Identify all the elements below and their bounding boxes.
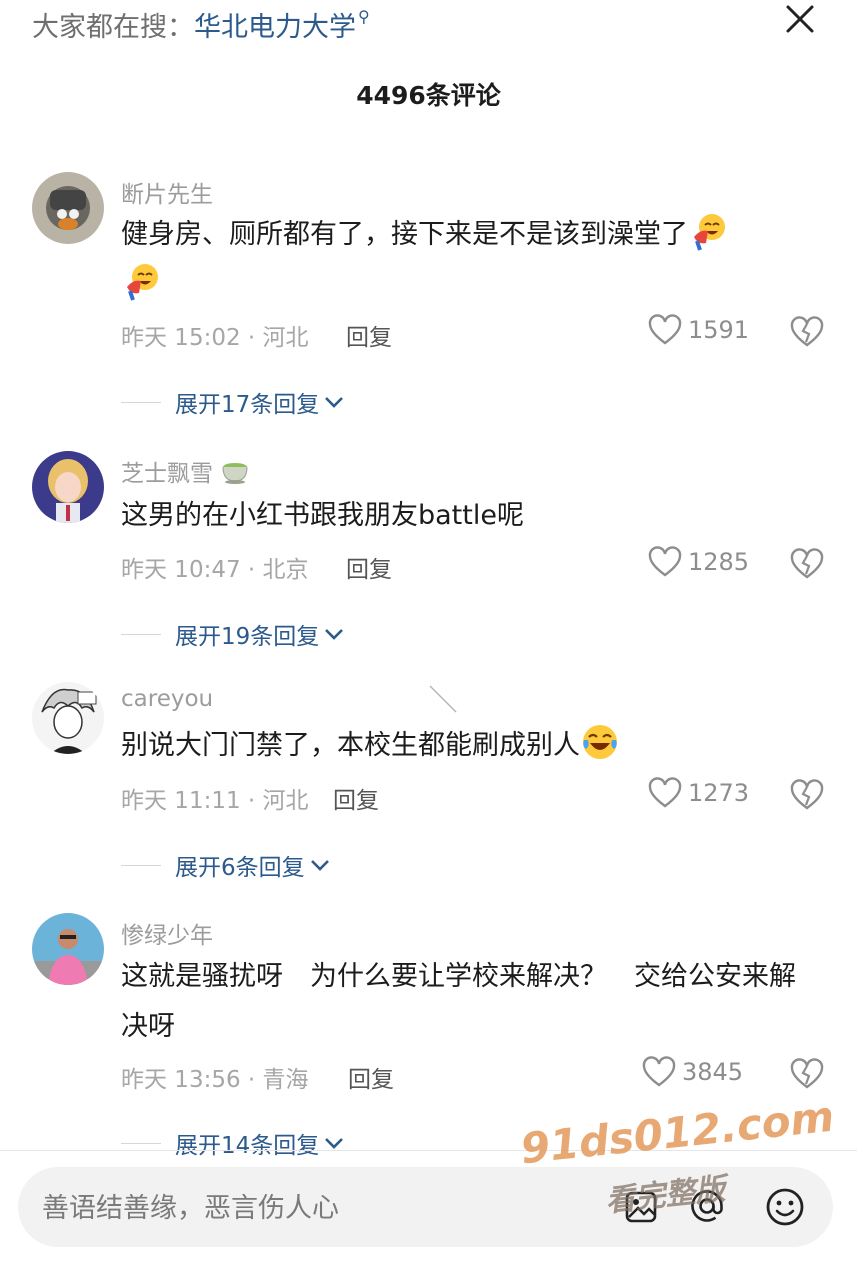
like-button[interactable]: 1273 bbox=[648, 777, 749, 809]
like-button[interactable]: 1285 bbox=[648, 546, 749, 578]
heart-icon bbox=[648, 546, 682, 577]
like-count: 1591 bbox=[688, 316, 750, 344]
reply-button[interactable]: 回复 bbox=[348, 1060, 394, 1094]
expand-replies-label: 展开6条回复 bbox=[175, 855, 305, 881]
comment-username-text: 芝士飘雪 bbox=[121, 461, 213, 487]
divider bbox=[121, 401, 161, 403]
broken-heart-icon[interactable] bbox=[790, 1058, 824, 1090]
broken-heart-icon[interactable] bbox=[790, 316, 824, 348]
reply-button[interactable]: 回复 bbox=[346, 318, 392, 352]
comment-username[interactable]: 断片先生 bbox=[121, 175, 213, 209]
reply-button[interactable]: 回复 bbox=[333, 781, 379, 815]
divider bbox=[121, 1142, 161, 1144]
expand-replies[interactable]: 展开6条回复 bbox=[121, 848, 331, 882]
comment-time-location: 昨天 10:47 · 北京 bbox=[121, 557, 309, 583]
comment-text: 健身房、厕所都有了，接下来是不是该到澡堂了 bbox=[121, 210, 811, 310]
expand-replies-label: 展开19条回复 bbox=[175, 624, 320, 650]
expand-replies[interactable]: 展开14条回复 bbox=[121, 1126, 345, 1160]
chevron-down-icon bbox=[325, 629, 344, 640]
like-count: 3845 bbox=[682, 1058, 744, 1086]
laughing-emoji-icon bbox=[127, 264, 158, 301]
hot-search-term[interactable]: 华北电力大学 bbox=[194, 5, 356, 44]
comment-text: 别说大门门禁了，本校生都能刷成别人 bbox=[121, 721, 811, 771]
like-button[interactable]: 1591 bbox=[648, 314, 749, 346]
comments-count-title: 4496条评论 bbox=[356, 81, 501, 110]
avatar[interactable] bbox=[32, 913, 104, 985]
comment-username[interactable]: careyou bbox=[121, 686, 213, 712]
heart-icon bbox=[648, 314, 682, 345]
comment-time-location: 昨天 15:02 · 河北 bbox=[121, 325, 309, 351]
broken-heart-icon[interactable] bbox=[790, 779, 824, 811]
reply-button[interactable]: 回复 bbox=[346, 550, 392, 584]
laughing-emoji-icon bbox=[694, 214, 725, 251]
like-button[interactable]: 3845 bbox=[642, 1056, 743, 1088]
avatar[interactable] bbox=[32, 451, 104, 523]
comment-username[interactable]: 惨绿少年 bbox=[121, 916, 213, 950]
comment-text: 这就是骚扰呀 为什么要让学校来解决？ 交给公安来解决呀 bbox=[121, 961, 796, 1042]
divider bbox=[121, 864, 161, 866]
avatar[interactable] bbox=[32, 682, 104, 754]
expand-replies[interactable]: 展开17条回复 bbox=[121, 385, 345, 419]
close-icon[interactable] bbox=[783, 2, 817, 36]
broken-heart-icon[interactable] bbox=[790, 548, 824, 580]
comment-body: 别说大门门禁了，本校生都能刷成别人 bbox=[121, 730, 580, 761]
expand-replies-label: 展开14条回复 bbox=[175, 1133, 320, 1159]
like-count: 1273 bbox=[688, 779, 750, 807]
comment-time-location: 昨天 13:56 · 青海 bbox=[121, 1067, 309, 1093]
tea-cup-icon bbox=[222, 463, 248, 484]
comment-input[interactable] bbox=[40, 1167, 584, 1249]
emoji-icon[interactable] bbox=[763, 1185, 807, 1229]
hot-search-bar[interactable]: 大家都在搜： 华北电力大学 ⚲ bbox=[32, 0, 370, 48]
chevron-down-icon bbox=[325, 397, 344, 408]
watermark-url: 91ds012.com bbox=[518, 1091, 837, 1174]
crying-laughing-emoji-icon bbox=[583, 725, 617, 759]
divider bbox=[121, 633, 161, 635]
heart-icon bbox=[642, 1056, 676, 1087]
comment-time-location: 昨天 11:11 · 河北 bbox=[121, 788, 309, 814]
heart-icon bbox=[648, 777, 682, 808]
comment-body: 健身房、厕所都有了，接下来是不是该到澡堂了 bbox=[121, 219, 688, 250]
search-icon: ⚲ bbox=[358, 6, 370, 26]
comment-username[interactable]: 芝士飘雪 bbox=[121, 454, 250, 488]
avatar[interactable] bbox=[32, 172, 104, 244]
expand-replies[interactable]: 展开19条回复 bbox=[121, 617, 345, 651]
like-count: 1285 bbox=[688, 548, 750, 576]
expand-replies-label: 展开17条回复 bbox=[175, 392, 320, 418]
hot-search-prefix: 大家都在搜： bbox=[32, 11, 194, 43]
decorative-slash bbox=[429, 685, 457, 713]
chevron-down-icon bbox=[310, 860, 329, 871]
comment-text: 这男的在小红书跟我朋友battle呢 bbox=[121, 500, 524, 531]
chevron-down-icon bbox=[325, 1138, 344, 1149]
